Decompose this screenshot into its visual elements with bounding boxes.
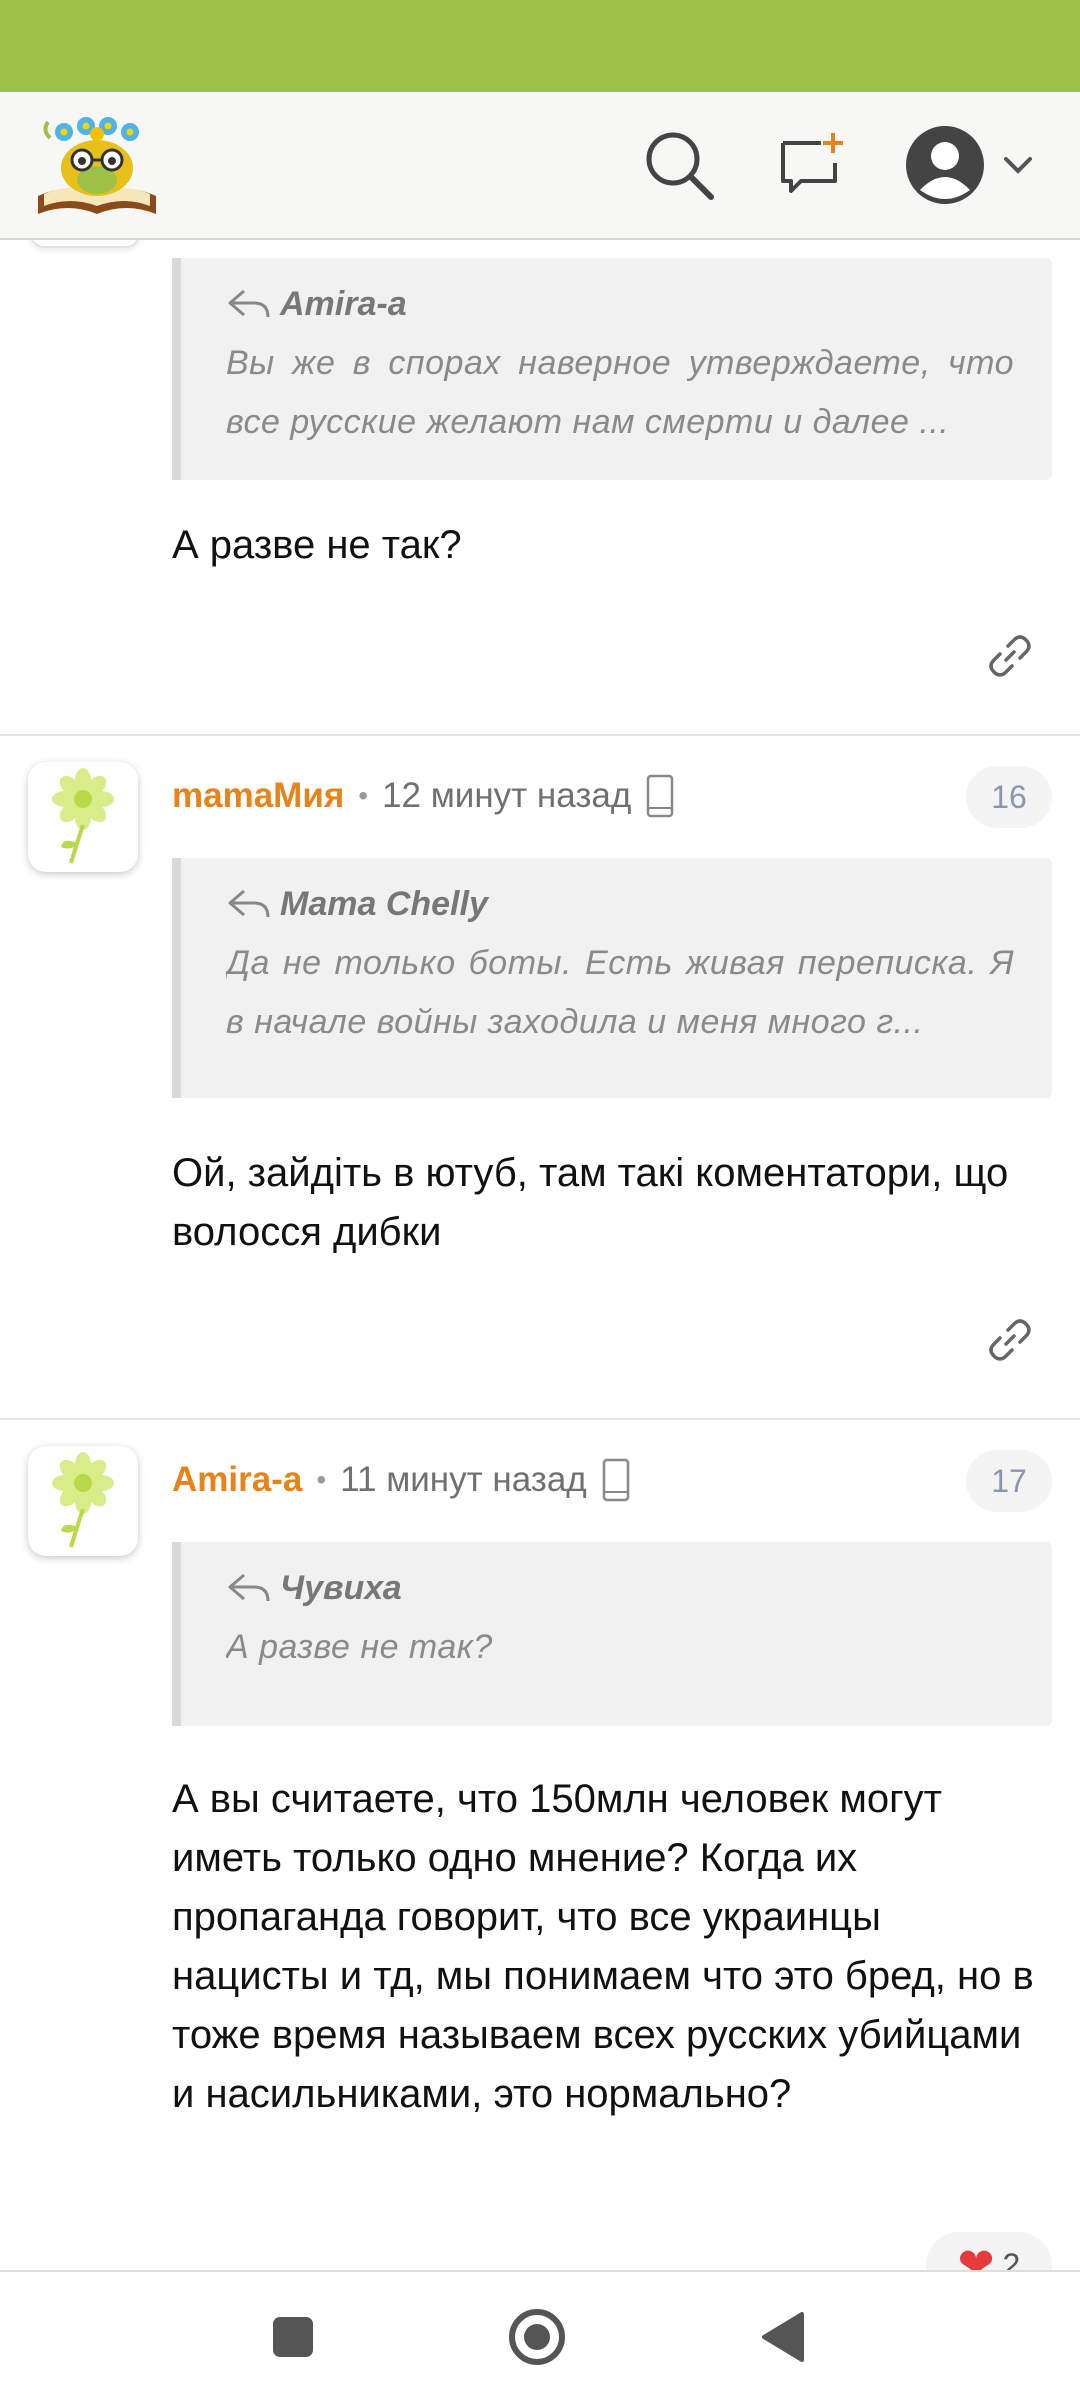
home-icon <box>509 2309 565 2365</box>
link-button[interactable] <box>980 626 1040 686</box>
chevron-down-icon <box>1004 157 1032 174</box>
user-menu-button[interactable] <box>896 120 1046 210</box>
quote-block[interactable]: Mama Chelly Да не только боты. Есть жива… <box>172 858 1052 1098</box>
link-icon <box>989 1319 1031 1361</box>
home-button[interactable] <box>502 2302 572 2372</box>
comment-body: А разве не так? <box>172 523 462 567</box>
divider <box>0 1418 1080 1420</box>
quote-text: Вы же в спорах наверное утверждаете, что… <box>226 344 1014 441</box>
search-icon <box>646 132 714 200</box>
mobile-device-icon <box>602 1458 629 1502</box>
back-button[interactable] <box>748 2302 818 2372</box>
comments-feed[interactable]: Amira-a Вы же в спорах наверное утвержда… <box>0 240 1080 2270</box>
mobile-device-icon <box>647 774 674 818</box>
user-avatar-icon <box>906 126 984 204</box>
app-header <box>0 92 1080 240</box>
comment-number[interactable]: 17 <box>966 1450 1052 1512</box>
quote-author: Mama Chelly <box>280 884 488 923</box>
link-button[interactable] <box>980 1310 1040 1370</box>
quote-author: Amira-a <box>280 284 407 323</box>
recents-icon <box>273 2317 313 2357</box>
heart-icon: ❤ <box>957 2240 995 2271</box>
flower-avatar-icon <box>52 768 114 864</box>
back-icon <box>762 2312 804 2362</box>
reply-icon <box>228 1573 270 1602</box>
new-post-icon <box>781 133 843 193</box>
comment-time: 11 минут назад <box>340 1460 587 1499</box>
system-navigation-bar <box>0 2270 1080 2400</box>
search-button[interactable] <box>634 120 724 210</box>
avatar[interactable] <box>30 240 140 248</box>
comment-username[interactable]: mamaМия <box>172 776 344 816</box>
like-count: 2 <box>1002 2246 1021 2271</box>
comment-meta: mamaМия • 12 минут назад <box>172 766 675 826</box>
comment-meta: Amira-a • 11 минут назад <box>172 1450 631 1510</box>
comment-username[interactable]: Amira-a <box>172 1460 302 1500</box>
reply-icon <box>228 889 270 918</box>
owl-on-book-logo[interactable] <box>34 110 160 220</box>
quote-block[interactable]: Чувиха А разве не так? <box>172 1542 1052 1726</box>
like-button[interactable]: ❤ 2 <box>926 2232 1052 2270</box>
quote-text: А разве не так? <box>226 1628 493 1666</box>
divider <box>0 734 1080 736</box>
quote-author: Чувиха <box>280 1568 402 1607</box>
comment-body: А вы считаете, что 150млн человек могут … <box>172 1777 1034 2116</box>
comment-body: Ой, зайдіть в ютуб, там такі коментатори… <box>172 1151 1009 1254</box>
flower-avatar-icon <box>52 1452 114 1548</box>
avatar[interactable] <box>28 1446 138 1556</box>
separator-dot: • <box>358 780 369 811</box>
status-bar <box>0 0 1080 92</box>
avatar[interactable] <box>28 762 138 872</box>
recents-button[interactable] <box>258 2302 328 2372</box>
quote-text: Да не только боты. Есть живая переписка.… <box>226 944 1014 1041</box>
quote-block[interactable]: Amira-a Вы же в спорах наверное утвержда… <box>172 258 1052 480</box>
comment-time: 12 минут назад <box>382 776 632 815</box>
comment-number[interactable]: 16 <box>966 766 1052 828</box>
reply-icon <box>228 289 270 318</box>
new-post-button[interactable] <box>768 120 858 210</box>
separator-dot: • <box>316 1464 327 1495</box>
link-icon <box>989 635 1031 677</box>
